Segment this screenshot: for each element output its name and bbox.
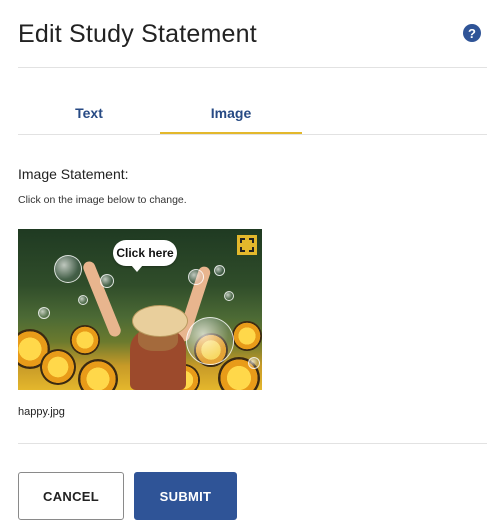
person-hat bbox=[132, 305, 188, 337]
header-divider bbox=[18, 67, 487, 68]
bubble-decoration bbox=[188, 269, 204, 285]
image-statement-hint: Click on the image below to change. bbox=[18, 194, 187, 206]
footer-divider bbox=[18, 443, 487, 444]
bubble-decoration bbox=[214, 265, 225, 276]
bubble-decoration bbox=[100, 274, 114, 288]
modal-header: Edit Study Statement ? bbox=[18, 16, 483, 56]
sunflower-decoration bbox=[70, 325, 100, 355]
click-here-tooltip[interactable]: Click here bbox=[113, 240, 177, 272]
image-filename: happy.jpg bbox=[18, 406, 65, 418]
bubble-decoration bbox=[38, 307, 50, 319]
fullscreen-expand-button[interactable] bbox=[237, 235, 257, 255]
bubble-decoration bbox=[54, 255, 82, 283]
tab-divider bbox=[18, 134, 487, 135]
cancel-button[interactable]: CANCEL bbox=[18, 472, 124, 520]
page-title: Edit Study Statement bbox=[18, 20, 257, 48]
bubble-decoration bbox=[186, 317, 234, 365]
sunflower-decoration bbox=[40, 349, 76, 385]
question-mark-icon: ? bbox=[468, 25, 476, 41]
tab-text[interactable]: Text bbox=[18, 98, 160, 132]
sunflower-decoration bbox=[232, 321, 262, 351]
submit-button[interactable]: SUBMIT bbox=[134, 472, 237, 520]
help-button[interactable]: ? bbox=[463, 24, 481, 42]
tab-bar: Text Image bbox=[18, 98, 487, 135]
bubble-decoration bbox=[78, 295, 88, 305]
fullscreen-expand-icon bbox=[240, 238, 254, 252]
bubble-decoration bbox=[224, 291, 234, 301]
statement-image[interactable]: Click here bbox=[18, 229, 262, 390]
image-statement-label: Image Statement: bbox=[18, 166, 129, 182]
tab-image[interactable]: Image bbox=[160, 98, 302, 135]
bubble-decoration bbox=[248, 357, 260, 369]
sunflower-decoration bbox=[78, 359, 118, 390]
